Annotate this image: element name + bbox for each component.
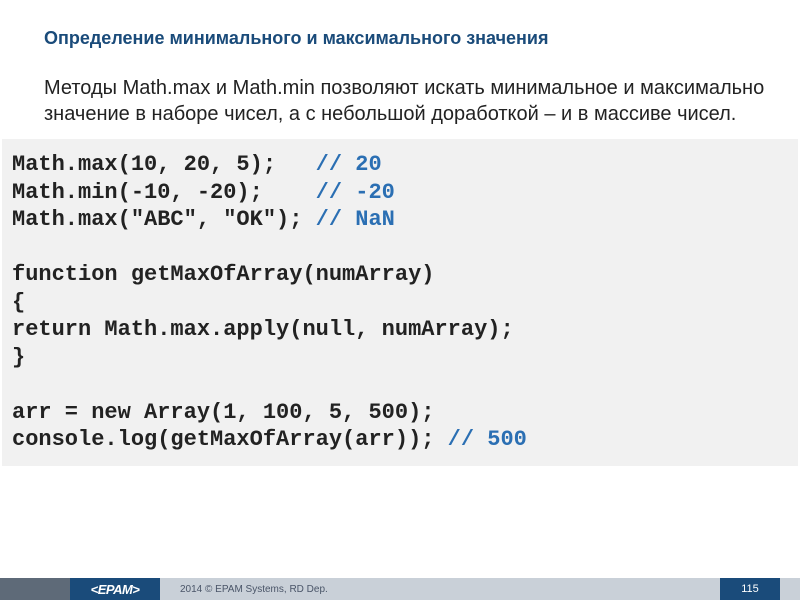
footer-logo: <EPAM> xyxy=(70,578,160,600)
code-line: console.log(getMaxOfArray(arr)); // 500 xyxy=(12,426,788,454)
footer-accent-right xyxy=(780,578,800,600)
code-line: arr = new Array(1, 100, 5, 500); xyxy=(12,399,788,427)
footer-page-number: 115 xyxy=(720,578,780,600)
footer: <EPAM> 2014 © EPAM Systems, RD Dep. 115 xyxy=(0,578,800,600)
slide: Определение минимального и максимального… xyxy=(0,0,800,600)
code-comment: // NaN xyxy=(316,207,395,232)
slide-description: Методы Math.max и Math.min позволяют иск… xyxy=(0,75,800,127)
code-comment: // -20 xyxy=(316,180,395,205)
code-line: { xyxy=(12,289,788,317)
code-line: Math.max(10, 20, 5); // 20 xyxy=(12,151,788,179)
code-line: } xyxy=(12,344,788,372)
code-line: Math.min(-10, -20); // -20 xyxy=(12,179,788,207)
code-line: function getMaxOfArray(numArray) xyxy=(12,261,788,289)
code-comment: // 500 xyxy=(448,427,527,452)
code-line: return Math.max.apply(null, numArray); xyxy=(12,316,788,344)
code-block: Math.max(10, 20, 5); // 20 Math.min(-10,… xyxy=(2,139,798,466)
slide-title: Определение минимального и максимального… xyxy=(0,28,800,49)
code-line: Math.max("ABC", "OK"); // NaN xyxy=(12,206,788,234)
code-comment: // 20 xyxy=(316,152,382,177)
footer-accent xyxy=(0,578,70,600)
footer-copyright: 2014 © EPAM Systems, RD Dep. xyxy=(160,578,720,600)
code-line xyxy=(12,371,788,399)
code-line xyxy=(12,234,788,262)
